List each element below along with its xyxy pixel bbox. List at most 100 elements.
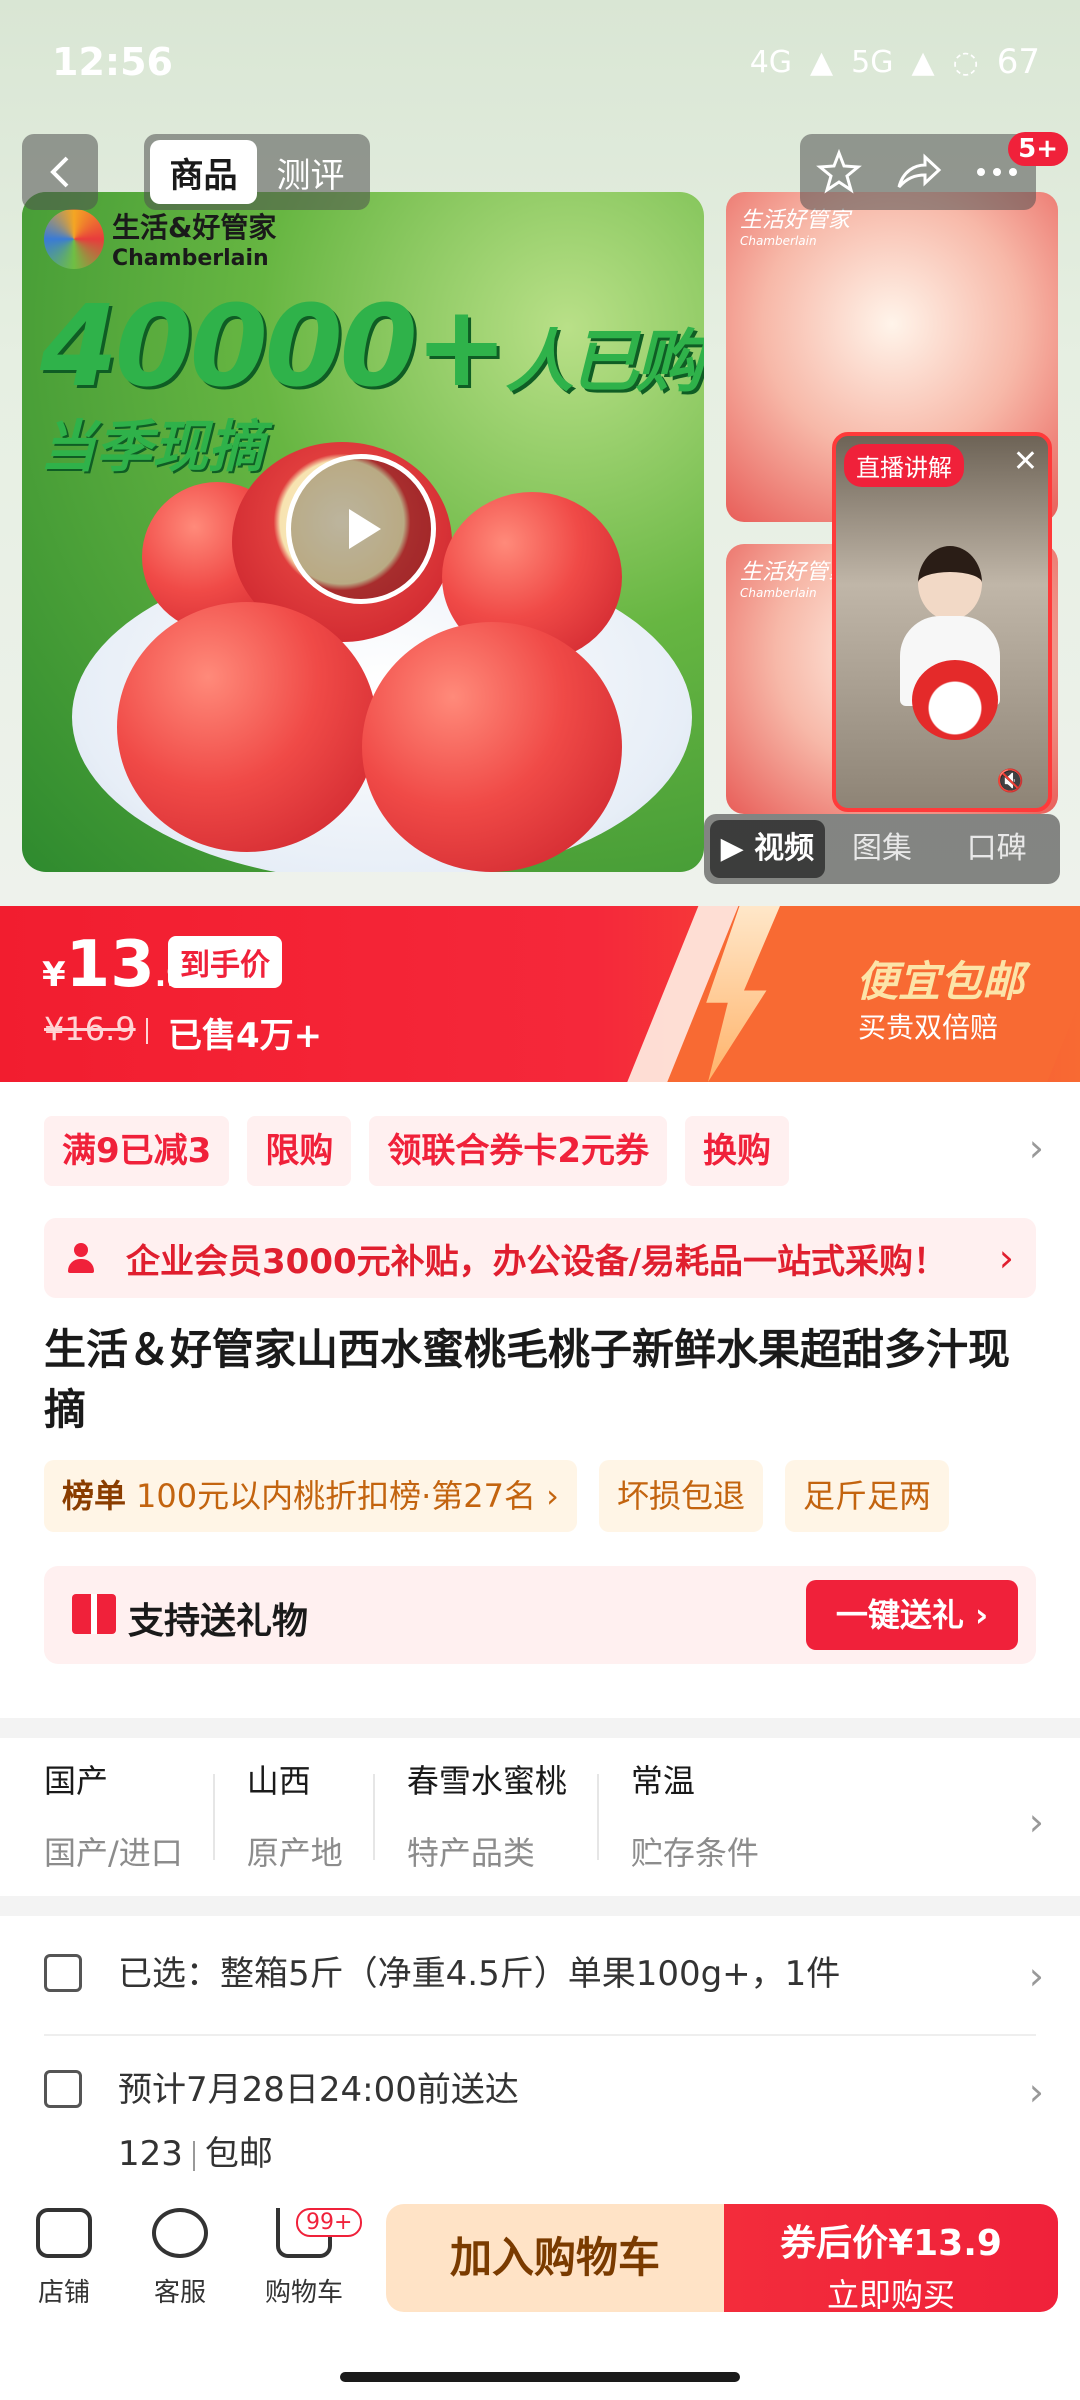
- buy-price-label: 券后价¥13.9: [780, 2223, 1002, 2264]
- promo-chip[interactable]: 满9已减3: [44, 1116, 230, 1186]
- chevron-right-icon: ›: [1028, 2070, 1044, 2114]
- promo-chip[interactable]: 换购: [685, 1116, 789, 1186]
- main-product-image[interactable]: 生活&好管家 Chamberlain 40000+人已购 当季现摘: [22, 192, 704, 872]
- gift-bar: 支持送礼物 一键送礼 ›: [44, 1566, 1036, 1664]
- bottom-action-bar: 店铺 客服 购物车 99+ 加入购物车 券后价¥13.9 立即购买: [0, 2180, 1080, 2330]
- star-icon[interactable]: [815, 149, 862, 195]
- chevron-right-icon[interactable]: ›: [1029, 1126, 1044, 1170]
- tags-row: 榜单 100元以内桃折扣榜·第27名 › 坏损包退 足斤足两: [44, 1460, 949, 1532]
- attribute-value: 春雪水蜜桃: [406, 1762, 567, 1800]
- chevron-right-icon: ›: [1028, 1954, 1044, 1998]
- tab-reviews[interactable]: 口碑: [939, 820, 1054, 878]
- battery-icon: ◌: [952, 44, 979, 80]
- tab-video[interactable]: ▶ 视频: [710, 820, 825, 878]
- attribute-item: 山西 原产地: [247, 1756, 375, 1876]
- service-tag[interactable]: 坏损包退: [598, 1460, 763, 1532]
- product-title: 生活＆好管家山西水蜜桃毛桃子新鲜水果超甜多汁现摘: [44, 1325, 1011, 1434]
- section-separator: [0, 1718, 1080, 1738]
- user-icon: [66, 1243, 96, 1273]
- promo-chip[interactable]: 领联合券卡2元券: [369, 1116, 667, 1186]
- buy-count-text: 人已购: [505, 323, 704, 402]
- promo-chip[interactable]: 限购: [247, 1116, 352, 1186]
- sold-count: 已售4万+: [168, 1016, 323, 1056]
- selected-spec-row[interactable]: 已选：整箱5斤（净重4.5斤）单果100g+，1件 ›: [44, 1950, 1044, 1998]
- chevron-right-icon: ›: [998, 1236, 1014, 1280]
- store-button[interactable]: 店铺: [14, 2208, 114, 2309]
- free-shipping-title: 便宜包邮: [855, 957, 1024, 1006]
- more-icon[interactable]: [974, 162, 1020, 182]
- attribute-key: 国产/进口: [44, 1834, 183, 1872]
- brand-name-en: Chamberlain: [112, 246, 269, 271]
- page-tabs: 商品 测评: [144, 134, 370, 210]
- promotions-row[interactable]: 满9已减3 限购 领联合券卡2元券 换购: [44, 1116, 1044, 1186]
- tab-gallery[interactable]: 图集: [825, 820, 940, 878]
- notification-badge: 5+: [1008, 132, 1068, 166]
- close-icon[interactable]: ✕: [1013, 444, 1038, 479]
- cart-label: 购物车: [264, 2278, 343, 2308]
- mute-icon[interactable]: 🔇: [997, 769, 1024, 794]
- attribute-value: 国产: [44, 1762, 109, 1800]
- live-tag: 直播讲解: [844, 444, 964, 487]
- store-icon: [36, 2208, 92, 2258]
- truck-icon: [44, 2070, 82, 2108]
- attribute-key: 原产地: [246, 1834, 343, 1872]
- tab-product[interactable]: 商品: [150, 140, 257, 204]
- signal-5g-icon: 5G: [851, 44, 894, 80]
- back-icon: [50, 156, 69, 188]
- attribute-item: 国产 国产/进口: [44, 1756, 215, 1876]
- live-stream-player[interactable]: 直播讲解 ✕ 🔇: [832, 432, 1052, 812]
- delivery-shipping: 123 包邮: [118, 2126, 519, 2175]
- attribute-item: 春雪水蜜桃 特产品类: [407, 1756, 599, 1876]
- status-time: 12:56: [52, 40, 173, 84]
- season-text: 当季现摘: [40, 415, 264, 480]
- gift-text: 支持送礼物: [128, 1601, 309, 1642]
- brand-name-cn: 生活&好管家: [112, 211, 277, 244]
- nav-actions: [800, 134, 1036, 210]
- gift-icon: [72, 1594, 116, 1634]
- buy-now-button[interactable]: 券后价¥13.9 立即购买: [724, 2204, 1058, 2314]
- original-price: ¥16.9: [44, 1010, 136, 1048]
- signal-4g-icon: 4G: [749, 44, 793, 80]
- attribute-key: 特产品类: [406, 1834, 535, 1872]
- current-price: ¥13.9: [42, 928, 187, 1002]
- add-to-cart-button[interactable]: 加入购物车: [386, 2204, 724, 2312]
- brand-logo-icon: [44, 208, 104, 269]
- store-label: 店铺: [37, 2278, 90, 2308]
- section-separator: [0, 1896, 1080, 1916]
- send-gift-button[interactable]: 一键送礼 ›: [806, 1580, 1018, 1650]
- host-head: [918, 546, 982, 620]
- selected-spec-text: 已选：整箱5斤（净重4.5斤）单果100g+，1件: [118, 1954, 841, 1994]
- play-video-button[interactable]: [286, 454, 436, 604]
- service-tag[interactable]: 足斤足两: [784, 1460, 949, 1532]
- buy-count-headline: 40000+人已购: [40, 282, 704, 412]
- member-bar-text: 企业会员3000元补贴，办公设备/易耗品一站式采购！: [126, 1241, 948, 1282]
- attribute-value: 山西: [246, 1762, 311, 1800]
- peach-image: [117, 602, 377, 852]
- tab-evaluation[interactable]: 测评: [257, 140, 364, 204]
- signal-bars-icon: ▲: [810, 44, 834, 80]
- peach-image: [362, 622, 622, 872]
- chat-icon: [152, 2208, 208, 2258]
- buy-now-label: 立即购买: [826, 2276, 955, 2314]
- attribute-value: 常温: [630, 1762, 695, 1800]
- ranking-tag[interactable]: 榜单 100元以内桃折扣榜·第27名 ›: [44, 1460, 577, 1532]
- enterprise-member-bar[interactable]: 企业会员3000元补贴，办公设备/易耗品一站式采购！ ›: [44, 1218, 1036, 1298]
- attribute-key: 贮存条件: [630, 1834, 759, 1872]
- home-indicator[interactable]: [340, 2372, 740, 2382]
- shipping-text: 包邮: [204, 2134, 273, 2174]
- play-icon: [349, 509, 381, 549]
- delivery-eta: 预计7月28日24:00前送达: [118, 2070, 519, 2110]
- price-guarantee: 买贵双倍赔: [857, 1011, 998, 1044]
- back-button[interactable]: [22, 134, 98, 210]
- chevron-right-icon[interactable]: ›: [1029, 1800, 1044, 1844]
- delivery-row[interactable]: 预计7月28日24:00前送达 123 包邮 ›: [44, 2066, 1044, 2175]
- media-tabs: ▶ 视频 图集 口碑: [704, 814, 1060, 884]
- customer-service-button[interactable]: 客服: [130, 2208, 230, 2309]
- divider: [146, 1018, 148, 1044]
- share-icon[interactable]: [893, 149, 943, 195]
- cart-count-badge: 99+: [296, 2208, 363, 2237]
- divider: [44, 2034, 1036, 2036]
- price-banner: ¥13.9 到手价 ¥16.9 已售4万+ 便宜包邮 买贵双倍赔: [0, 906, 1080, 1082]
- attribute-item: 常温 贮存条件: [631, 1756, 791, 1876]
- product-attributes[interactable]: 国产 国产/进口 山西 原产地 春雪水蜜桃 特产品类 常温 贮存条件: [44, 1756, 1024, 1876]
